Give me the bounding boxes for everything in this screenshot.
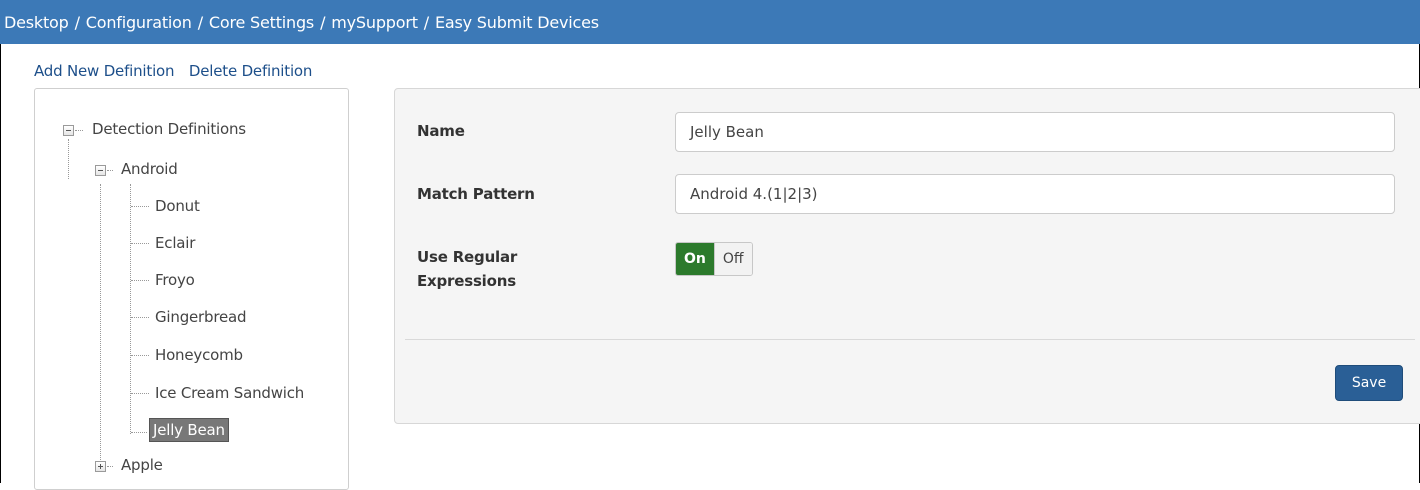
use-regex-label-line2: Expressions — [417, 272, 516, 290]
tree-node-froyo[interactable]: Froyo — [155, 271, 195, 289]
breadcrumb-configuration[interactable]: Configuration — [86, 13, 192, 32]
definitions-tree-panel[interactable]: Detection Definitions Android Donut Ecla… — [34, 88, 349, 490]
breadcrumb-core-settings[interactable]: Core Settings — [209, 13, 314, 32]
tree-connector — [131, 206, 149, 207]
breadcrumb-separator: / — [423, 13, 429, 32]
tree-node-gingerbread[interactable]: Gingerbread — [155, 308, 247, 326]
add-definition-link[interactable]: Add New Definition — [34, 62, 175, 80]
match-pattern-input[interactable]: Android 4.(1|2|3) — [675, 174, 1395, 214]
tree-connector — [131, 393, 149, 394]
tree-node-android[interactable]: Android — [121, 160, 178, 178]
tree-connector — [131, 432, 147, 433]
match-pattern-label: Match Pattern — [417, 185, 535, 203]
tree-guide-line — [130, 184, 131, 434]
use-regex-label-line1: Use Regular — [417, 248, 518, 266]
tree-connector — [75, 130, 83, 131]
collapse-icon[interactable] — [63, 125, 74, 136]
name-label: Name — [417, 122, 465, 140]
definition-form-panel: Name Jelly Bean Match Pattern Android 4.… — [394, 88, 1420, 424]
top-bar: Desktop / Configuration / Core Settings / mySu… — [0, 0, 1420, 44]
tree-connector — [107, 170, 113, 171]
tree-node-detection-definitions[interactable]: Detection Definitions — [92, 120, 246, 138]
breadcrumb-mysupport[interactable]: mySupport — [331, 13, 418, 32]
tree-node-jelly-bean-selected[interactable]: Jelly Bean — [149, 418, 229, 442]
tree-node-apple[interactable]: Apple — [121, 456, 163, 474]
expand-icon[interactable] — [95, 461, 106, 472]
tree-node-donut[interactable]: Donut — [155, 197, 200, 215]
tree-connector — [131, 355, 149, 356]
breadcrumb-separator: / — [197, 13, 203, 32]
tree-node-eclair[interactable]: Eclair — [155, 234, 195, 252]
breadcrumb-desktop[interactable]: Desktop — [4, 13, 69, 32]
tree-connector — [131, 243, 149, 244]
breadcrumb-easy-submit-devices: Easy Submit Devices — [435, 13, 599, 32]
save-button[interactable]: Save — [1335, 365, 1403, 401]
collapse-icon[interactable] — [95, 165, 106, 176]
breadcrumb-separator: / — [320, 13, 326, 32]
tree-node-honeycomb[interactable]: Honeycomb — [155, 346, 243, 364]
breadcrumb-separator: / — [74, 13, 80, 32]
name-input[interactable]: Jelly Bean — [675, 112, 1395, 152]
toggle-off-option[interactable]: Off — [713, 243, 752, 275]
tree-connector — [107, 466, 113, 467]
regex-toggle[interactable]: On Off — [675, 242, 753, 276]
delete-definition-link[interactable]: Delete Definition — [189, 62, 312, 80]
tree-guide-line — [100, 184, 101, 468]
tree-connector — [131, 317, 149, 318]
breadcrumb: Desktop / Configuration / Core Settings / mySu… — [4, 13, 599, 32]
tree-connector — [131, 280, 149, 281]
definition-actions: Add New Definition Delete Definition — [34, 62, 312, 80]
form-divider — [405, 339, 1415, 340]
tree-guide-line — [68, 139, 69, 179]
tree-node-ice-cream-sandwich[interactable]: Ice Cream Sandwich — [155, 384, 304, 402]
toggle-on-option[interactable]: On — [676, 243, 714, 275]
